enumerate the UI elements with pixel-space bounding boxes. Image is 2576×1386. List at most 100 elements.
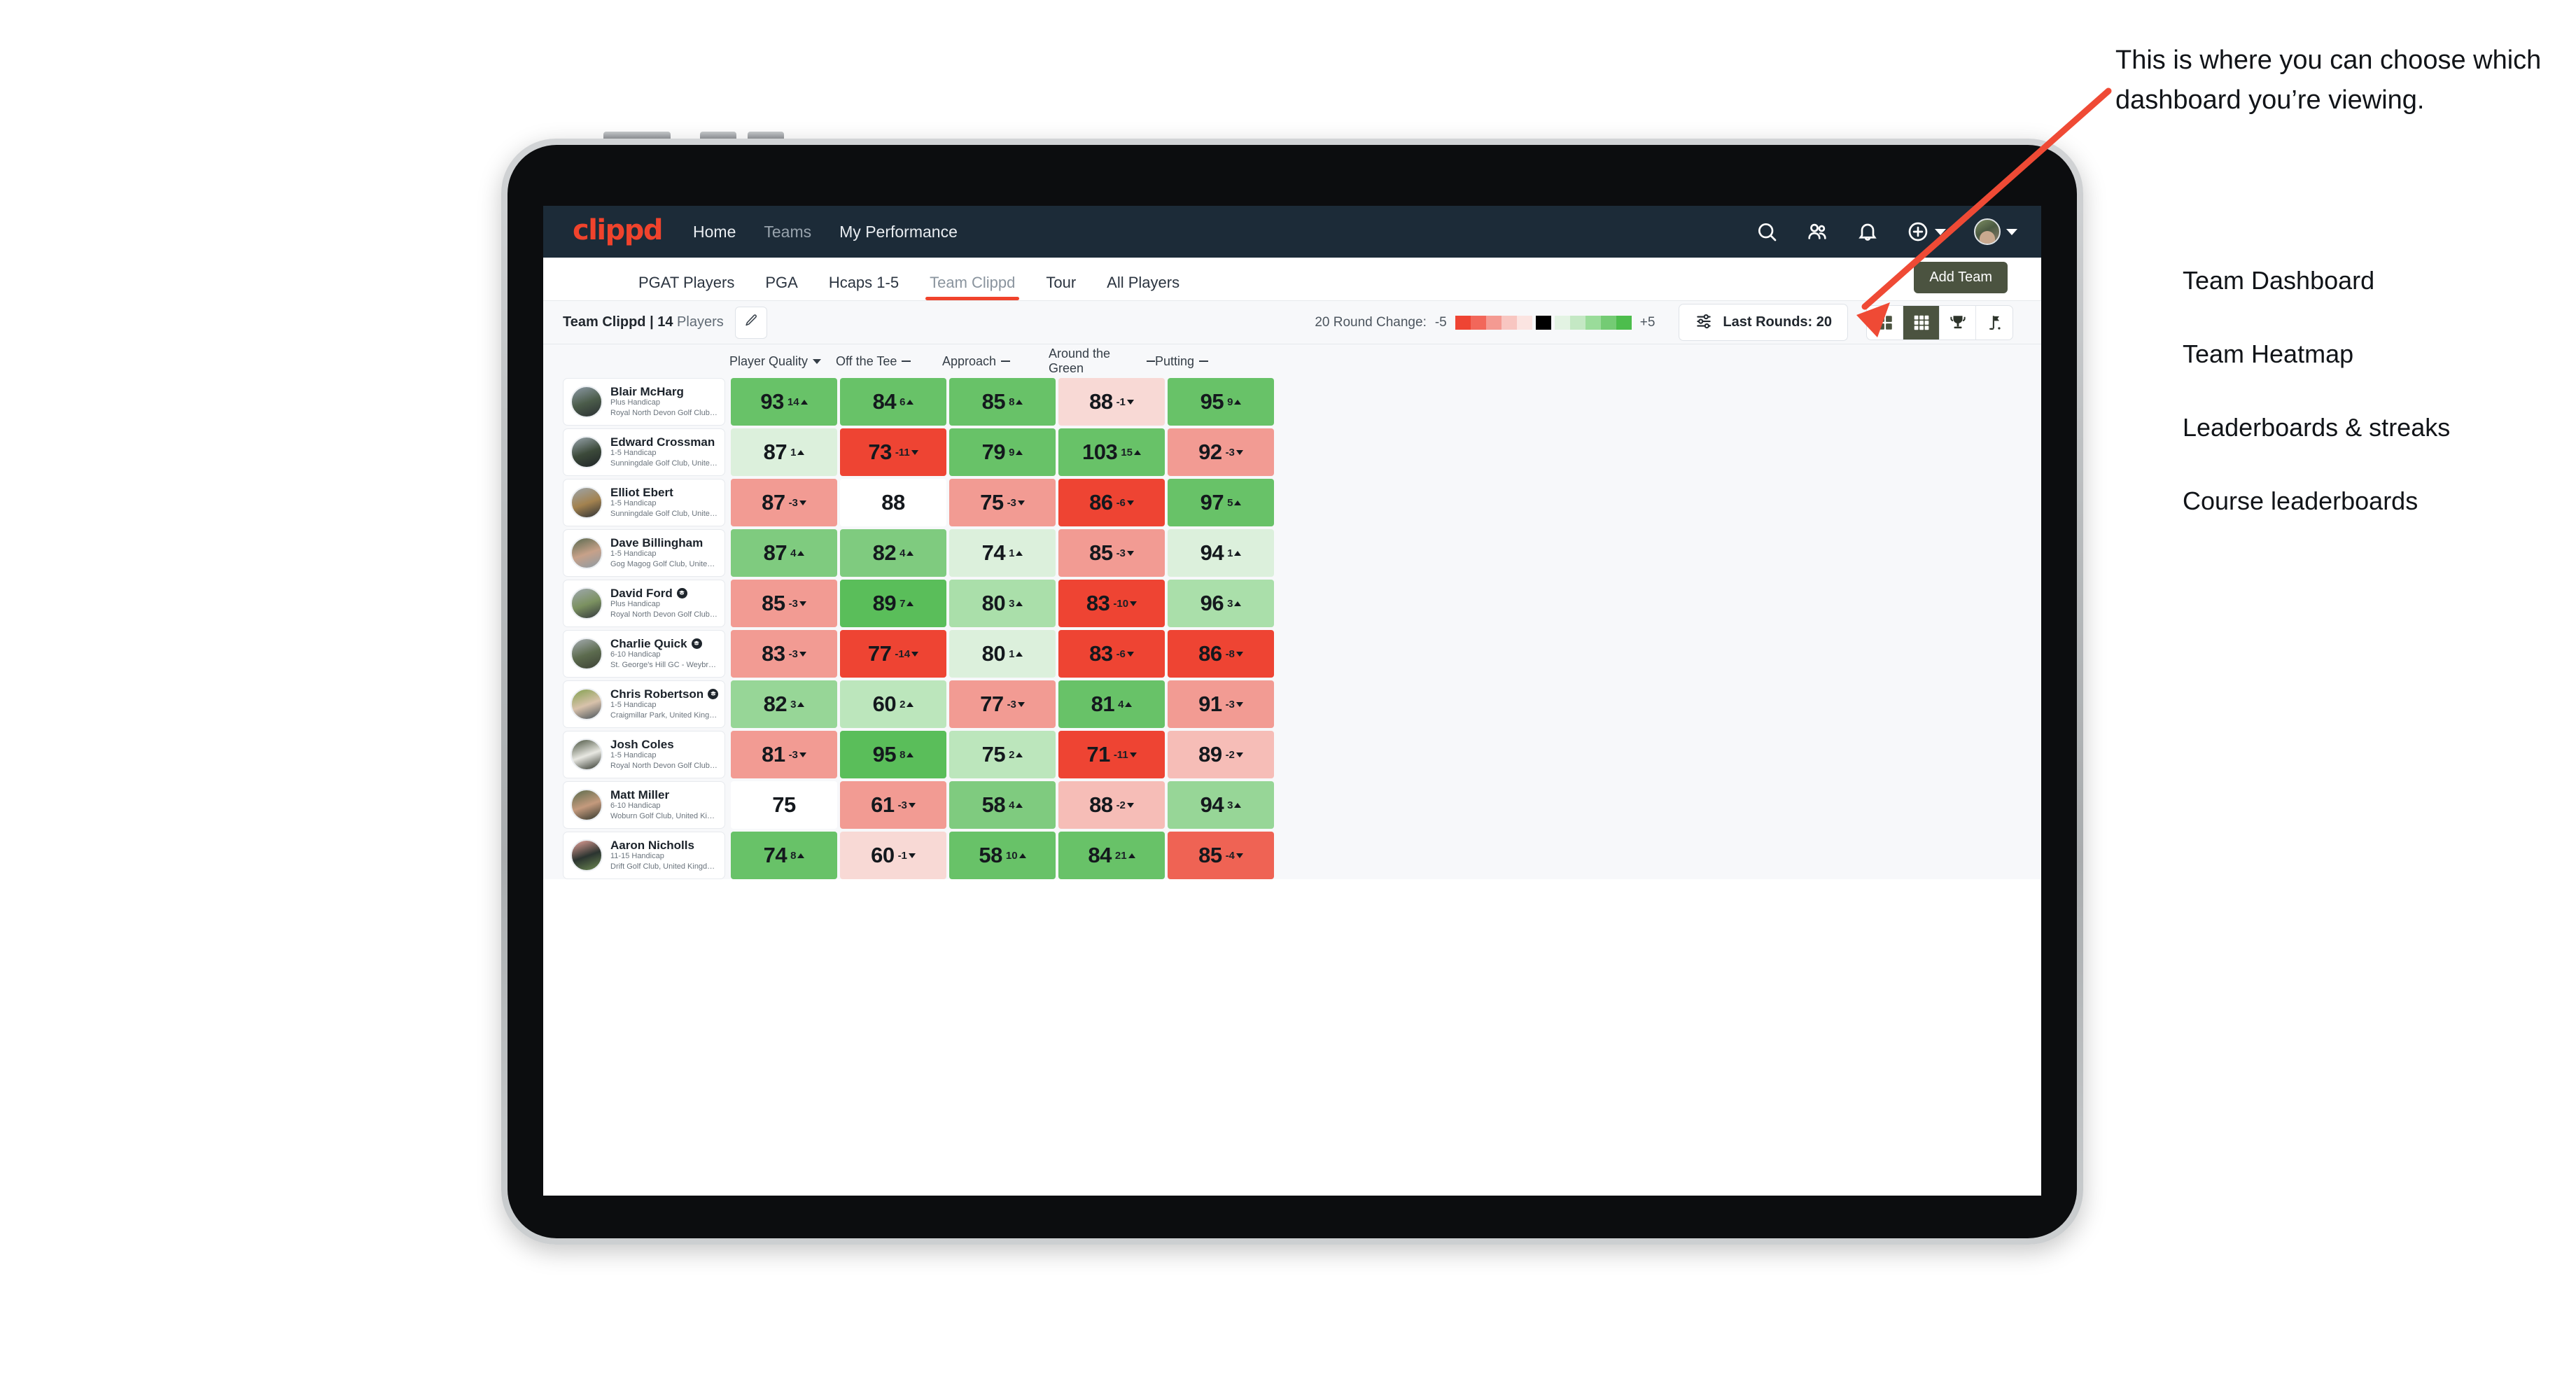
metric-cell[interactable]: 88 -2 [1058, 781, 1165, 829]
triangle-up-icon [800, 399, 808, 405]
metric-cell[interactable]: 75 -3 [949, 479, 1056, 526]
tab-tour[interactable]: Tour [1046, 274, 1076, 300]
metric-cell[interactable]: 94 1 [1168, 529, 1274, 577]
metric-cell[interactable]: 75 [731, 781, 837, 829]
clippd-logo[interactable]: clippd [573, 214, 664, 246]
metric-cell[interactable]: 85 -3 [731, 580, 837, 627]
edit-team-button[interactable] [734, 306, 767, 339]
player-card[interactable]: Charlie Quick 6-10 Handicap St. George's H… [563, 630, 725, 678]
nav-link-home[interactable]: Home [693, 223, 736, 241]
nav-link-my-performance[interactable]: My Performance [839, 223, 958, 241]
player-info: Dave Billingham 1-5 Handicap Gog Magog Gol… [610, 536, 718, 570]
column-header-approach[interactable]: Approach [942, 354, 1049, 369]
tab-pgat-players[interactable]: PGAT Players [638, 274, 734, 300]
table-row[interactable]: Josh Coles 1-5 Handicap Royal North Devon … [543, 731, 2041, 778]
table-row[interactable]: Blair McHarg Plus Handicap Royal North Dev… [543, 378, 2041, 426]
player-info: Elliot Ebert 1-5 Handicap Sunningdale Golf… [610, 486, 718, 519]
tab-pga[interactable]: PGA [765, 274, 797, 300]
column-header-putting[interactable]: Putting [1155, 354, 1261, 369]
player-card[interactable]: Josh Coles 1-5 Handicap Royal North Devon … [563, 731, 725, 778]
metric-cell[interactable]: 81 4 [1058, 680, 1165, 728]
player-card[interactable]: Aaron Nicholls 11-15 Handicap Drift Golf C… [563, 832, 725, 879]
metric-cell[interactable]: 61 -3 [840, 781, 946, 829]
table-row[interactable]: Chris Robertson 1-5 Handicap Craigmillar P… [543, 680, 2041, 728]
power-button [603, 132, 671, 139]
table-row[interactable]: Edward Crossman 1-5 Handicap Sunningdale G… [543, 428, 2041, 476]
metric-cell[interactable]: 77 -14 [840, 630, 946, 678]
metric-cell[interactable]: 86 -6 [1058, 479, 1165, 526]
metric-cell[interactable]: 85 -3 [1058, 529, 1165, 577]
metric-cell[interactable]: 89 -2 [1168, 731, 1274, 778]
metric-cell[interactable]: 103 15 [1058, 428, 1165, 476]
metric-cell[interactable]: 80 3 [949, 580, 1056, 627]
metric-cell[interactable]: 96 3 [1168, 580, 1274, 627]
metric-cell[interactable]: 83 -10 [1058, 580, 1165, 627]
metric-cell[interactable]: 95 9 [1168, 378, 1274, 426]
metric-cell[interactable]: 87 4 [731, 529, 837, 577]
table-row[interactable]: Elliot Ebert 1-5 Handicap Sunningdale Golf… [543, 479, 2041, 526]
metric-cell[interactable]: 91 -3 [1168, 680, 1274, 728]
dash-icon [1001, 360, 1011, 362]
metric-cell[interactable]: 97 5 [1168, 479, 1274, 526]
metric-cell[interactable]: 84 6 [840, 378, 946, 426]
column-header-around-the-green[interactable]: Around the Green [1049, 346, 1155, 376]
metric-cell[interactable]: 88 -1 [1058, 378, 1165, 426]
metric-cell[interactable]: 85 8 [949, 378, 1056, 426]
player-card[interactable]: Matt Miller 6-10 Handicap Woburn Golf Club… [563, 781, 725, 829]
table-row[interactable]: Matt Miller 6-10 Handicap Woburn Golf Club… [543, 781, 2041, 829]
tab-hcaps-1-5[interactable]: Hcaps 1-5 [829, 274, 899, 300]
metric-cell[interactable]: 92 -3 [1168, 428, 1274, 476]
metric-cell[interactable]: 84 21 [1058, 832, 1165, 879]
metric-cell[interactable]: 79 9 [949, 428, 1056, 476]
metric-value: 61 [871, 792, 895, 817]
tab-team-clippd[interactable]: Team Clippd [925, 274, 1020, 300]
player-card[interactable]: Elliot Ebert 1-5 Handicap Sunningdale Golf… [563, 479, 725, 526]
column-header-off-the-tee[interactable]: Off the Tee [836, 354, 942, 369]
metric-cell[interactable]: 83 -3 [731, 630, 837, 678]
metric-cell[interactable]: 60 2 [840, 680, 946, 728]
metric-cell[interactable]: 77 -3 [949, 680, 1056, 728]
metric-cell[interactable]: 71 -11 [1058, 731, 1165, 778]
metric-cell[interactable]: 87 1 [731, 428, 837, 476]
metric-cell[interactable]: 89 7 [840, 580, 946, 627]
metric-cell[interactable]: 85 -4 [1168, 832, 1274, 879]
player-card[interactable]: Blair McHarg Plus Handicap Royal North Dev… [563, 378, 725, 426]
metric-cell[interactable]: 82 3 [731, 680, 837, 728]
metric-cell[interactable]: 94 3 [1168, 781, 1274, 829]
player-handicap: 1-5 Handicap [610, 701, 657, 710]
metric-delta-text: -11 [895, 446, 910, 458]
column-header-player-quality[interactable]: Player Quality [729, 354, 836, 369]
metric-cell[interactable]: 87 -3 [731, 479, 837, 526]
player-card[interactable]: David Ford Plus Handicap Royal North Devon… [563, 580, 725, 627]
metric-value: 74 [763, 843, 788, 867]
player-card[interactable]: Chris Robertson 1-5 Handicap Craigmillar P… [563, 680, 725, 728]
search-icon[interactable] [1756, 220, 1778, 243]
metric-cell[interactable]: 86 -8 [1168, 630, 1274, 678]
metric-cell[interactable]: 80 1 [949, 630, 1056, 678]
metric-cell[interactable]: 75 2 [949, 731, 1056, 778]
metric-cell[interactable]: 88 [840, 479, 946, 526]
metric-cell[interactable]: 74 1 [949, 529, 1056, 577]
triangle-down-icon [799, 500, 806, 505]
table-row[interactable]: Dave Billingham 1-5 Handicap Gog Magog Gol… [543, 529, 2041, 577]
nav-link-teams[interactable]: Teams [764, 223, 811, 241]
metric-cell[interactable]: 82 4 [840, 529, 946, 577]
player-card[interactable]: Edward Crossman 1-5 Handicap Sunningdale G… [563, 428, 725, 476]
metric-cell[interactable]: 74 8 [731, 832, 837, 879]
metric-cell[interactable]: 81 -3 [731, 731, 837, 778]
metric-cell[interactable]: 95 8 [840, 731, 946, 778]
table-row[interactable]: David Ford Plus Handicap Royal North Devon… [543, 580, 2041, 627]
table-row[interactable]: Charlie Quick 6-10 Handicap St. George's H… [543, 630, 2041, 678]
metric-value: 60 [872, 692, 897, 716]
metric-cell[interactable]: 58 10 [949, 832, 1056, 879]
metric-cell[interactable]: 73 -11 [840, 428, 946, 476]
metric-cell[interactable]: 93 14 [731, 378, 837, 426]
table-row[interactable]: Aaron Nicholls 11-15 Handicap Drift Golf C… [543, 832, 2041, 879]
player-avatar [570, 688, 603, 720]
player-card[interactable]: Dave Billingham 1-5 Handicap Gog Magog Gol… [563, 529, 725, 577]
metric-cell[interactable]: 58 4 [949, 781, 1056, 829]
metric-cell[interactable]: 83 -6 [1058, 630, 1165, 678]
metric-cell[interactable]: 60 -1 [840, 832, 946, 879]
tab-all-players[interactable]: All Players [1107, 274, 1180, 300]
player-name-text: Chris Robertson [610, 687, 704, 701]
